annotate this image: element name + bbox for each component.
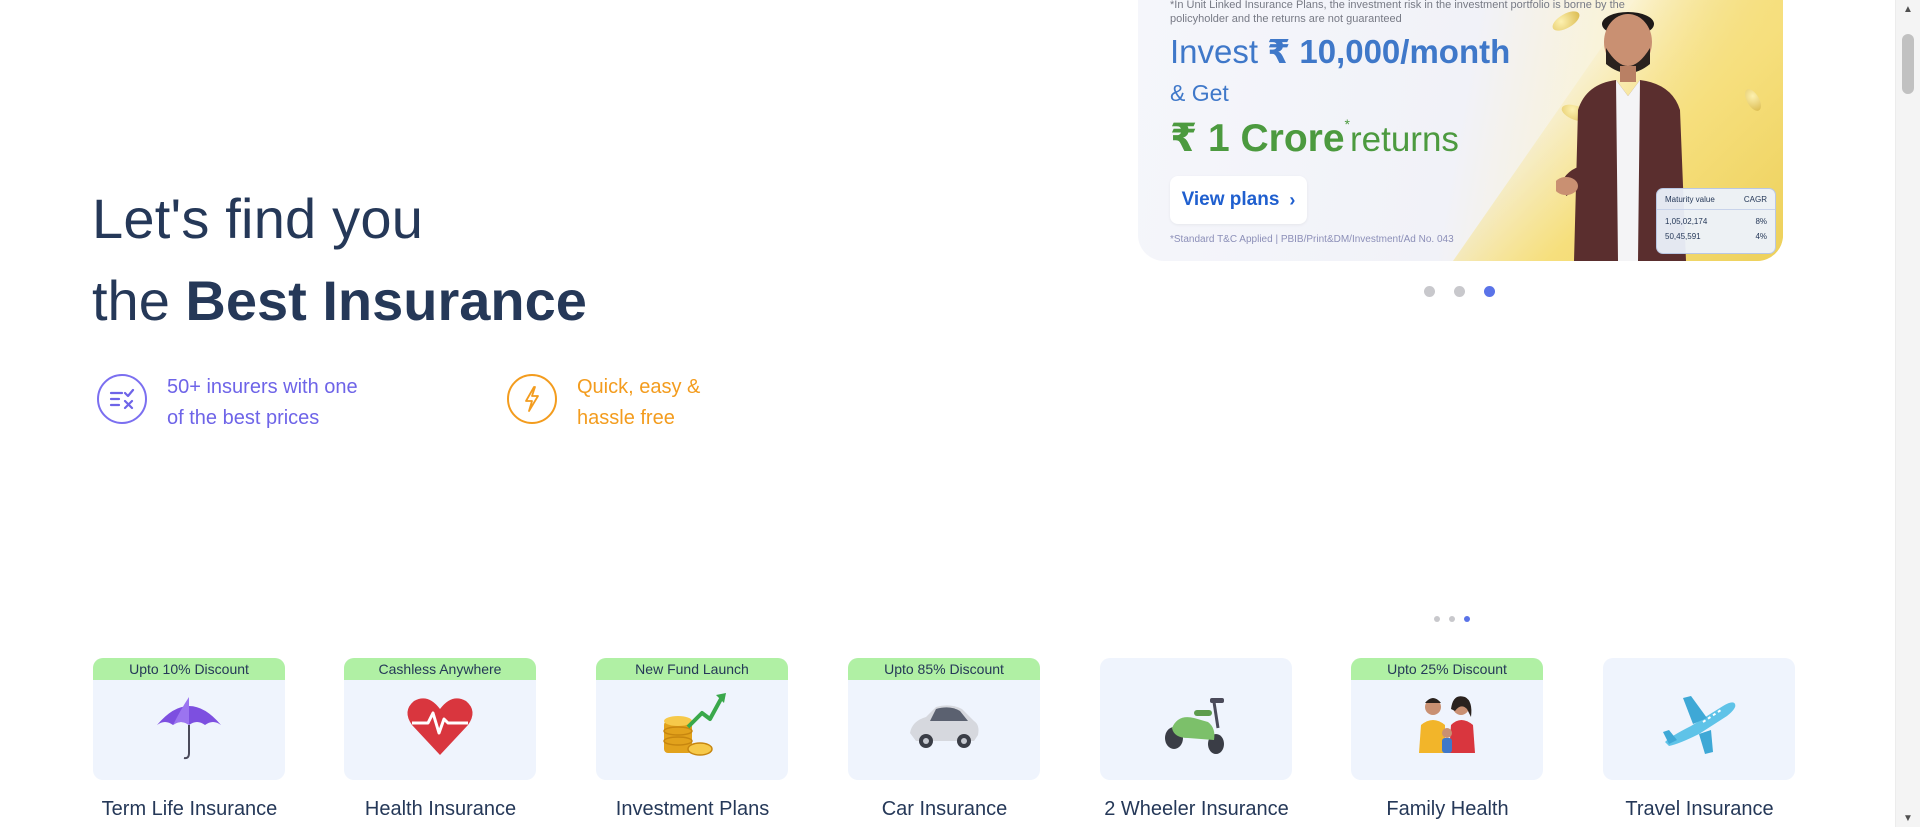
product-label[interactable]: Travel Insurance: [1603, 798, 1796, 821]
promo-banner[interactable]: *In Unit Linked Insurance Plans, the inv…: [1138, 0, 1783, 261]
secondary-carousel-dots: [1434, 616, 1470, 622]
banner-get: & Get: [1170, 80, 1229, 106]
product-label[interactable]: 2 Wheeler Insurance: [1100, 798, 1293, 821]
product-label[interactable]: Car Insurance: [848, 798, 1041, 821]
airplane-icon: [1663, 696, 1736, 754]
banner-invest: Invest ₹ 10,000/month: [1170, 32, 1510, 71]
carousel-dot[interactable]: [1424, 286, 1435, 297]
maturity-table-col2: CAGR: [1743, 195, 1767, 204]
product-label[interactable]: Investment Plans: [596, 798, 789, 821]
scroll-thumb[interactable]: [1902, 34, 1914, 94]
banner-invest-amount: ₹ 10,000/month: [1267, 33, 1511, 70]
product-badge: New Fund Launch: [596, 658, 788, 680]
usp-insurers-line1: 50+ insurers with one: [167, 376, 358, 398]
product-card[interactable]: Upto 25% Discount: [1351, 658, 1543, 780]
maturity-table: Maturity value CAGR 1,05,02,174 8% 50,45…: [1656, 188, 1776, 254]
banner-carousel-dots: [1424, 286, 1495, 297]
product-card[interactable]: [1603, 658, 1795, 780]
carousel-dot[interactable]: [1454, 286, 1465, 297]
product-card[interactable]: Upto 10% Discount: [93, 658, 285, 780]
maturity-table-col1: Maturity value: [1665, 195, 1715, 204]
product-investment[interactable]: New Fund Launch Investment Plans: [596, 658, 789, 821]
usp-quick: Quick, easy & hassle free: [507, 372, 700, 434]
heart-pulse-icon: [407, 698, 473, 755]
maturity-value: 50,45,591: [1665, 232, 1701, 241]
family-icon: [1419, 696, 1475, 753]
product-badge: Upto 25% Discount: [1351, 658, 1543, 680]
product-label[interactable]: Family Health: [1351, 798, 1544, 821]
banner-invest-prefix: Invest: [1170, 33, 1268, 70]
scooter-icon: [1165, 698, 1224, 754]
carousel-dot[interactable]: [1449, 616, 1455, 622]
maturity-cagr: 8%: [1755, 217, 1767, 226]
usp-insurers: 50+ insurers with one of the best prices: [97, 372, 358, 434]
view-plans-label: View plans: [1181, 189, 1280, 210]
maturity-table-row: 50,45,591 4%: [1657, 226, 1775, 241]
usp-quick-line1: Quick, easy &: [577, 376, 701, 398]
chevron-right-icon: ›: [1289, 189, 1296, 210]
umbrella-icon: [157, 697, 221, 760]
hero-title-bold: Best Insurance: [185, 269, 587, 332]
product-badge: Upto 85% Discount: [848, 658, 1040, 680]
product-two-wheeler[interactable]: 2 Wheeler Insurance: [1100, 658, 1293, 821]
product-travel[interactable]: Travel Insurance: [1603, 658, 1796, 821]
coins-growth-icon: [663, 693, 726, 756]
lightning-icon: [507, 374, 557, 424]
maturity-cagr: 4%: [1755, 232, 1767, 241]
carousel-dot[interactable]: [1434, 616, 1440, 622]
maturity-value: 1,05,02,174: [1665, 217, 1708, 226]
view-plans-button[interactable]: View plans ›: [1170, 176, 1307, 224]
usp-quick-line2: hassle free: [577, 407, 675, 429]
scroll-down-icon[interactable]: ▼: [1896, 809, 1920, 827]
banner-returns: returns: [1349, 120, 1459, 159]
car-icon: [910, 705, 979, 748]
carousel-dot-active[interactable]: [1464, 616, 1470, 622]
product-car[interactable]: Upto 85% Discount Car Insurance: [848, 658, 1041, 821]
banner-terms: *Standard T&C Applied | PBIB/Print&DM/In…: [1170, 234, 1454, 245]
product-card[interactable]: Cashless Anywhere: [344, 658, 536, 780]
product-card[interactable]: Upto 85% Discount: [848, 658, 1040, 780]
hero-title-line1: Let's find you: [92, 187, 424, 250]
compare-icon: [97, 374, 147, 424]
hero-title-prefix: the: [92, 269, 186, 332]
product-label[interactable]: Health Insurance: [344, 798, 537, 821]
maturity-table-header: Maturity value CAGR: [1657, 189, 1775, 210]
banner-crore: ₹ 1 Crore*returns: [1170, 116, 1459, 161]
product-badge: Cashless Anywhere: [344, 658, 536, 680]
page-scrollbar[interactable]: ▲ ▼: [1895, 0, 1920, 827]
usp-insurers-line2: of the best prices: [167, 407, 320, 429]
hero-title-line2: the Best Insurance: [92, 268, 587, 333]
product-badge: Upto 10% Discount: [93, 658, 285, 680]
carousel-dot-active[interactable]: [1484, 286, 1495, 297]
product-card[interactable]: New Fund Launch: [596, 658, 788, 780]
product-card[interactable]: [1100, 658, 1292, 780]
product-health[interactable]: Cashless Anywhere Health Insurance: [344, 658, 537, 821]
banner-crore-amount: ₹ 1 Crore: [1170, 117, 1345, 160]
scroll-up-icon[interactable]: ▲: [1896, 0, 1920, 18]
product-term-life[interactable]: Upto 10% Discount Term Life Insurance: [93, 658, 286, 821]
product-family-health[interactable]: Upto 25% Discount Family Health: [1351, 658, 1544, 821]
maturity-table-row: 1,05,02,174 8%: [1657, 210, 1775, 226]
product-label[interactable]: Term Life Insurance: [93, 798, 286, 821]
